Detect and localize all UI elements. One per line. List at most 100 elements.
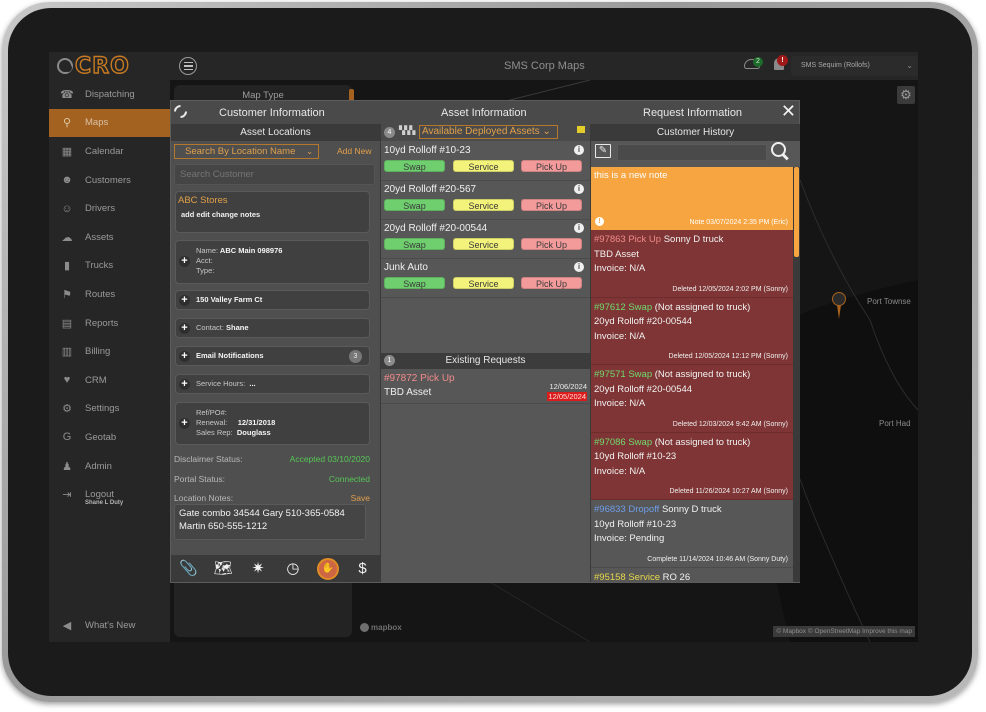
type-label: Type: [196, 266, 215, 275]
swap-button[interactable]: Swap [384, 160, 445, 172]
history-entry[interactable]: #97612 Swap (Not assigned to truck) 20yd… [591, 297, 793, 365]
history-search-input[interactable] [617, 144, 767, 161]
service-button[interactable]: Service [453, 199, 514, 211]
attachment-icon[interactable]: 📎 [177, 558, 199, 580]
sidebar-item-customers[interactable]: ☻ Customers [49, 166, 170, 195]
address-card[interactable]: + 150 Valley Farm Ct [175, 290, 370, 310]
sidebar-item-crm[interactable]: ♥ CRM [49, 366, 170, 395]
location-details: Name: ABC Main 098976 Acct: Type: [196, 246, 282, 276]
sidebar-item-assets[interactable]: ☁ Assets [49, 223, 170, 252]
info-icon[interactable]: i [574, 262, 584, 272]
sidebar-item-maps[interactable]: ⚲ Maps [49, 108, 170, 138]
pickup-button[interactable]: Pick Up [521, 277, 582, 289]
expand-plus-icon[interactable]: + [179, 256, 190, 267]
sidebar-item-calendar[interactable]: ▦ Calendar [49, 137, 170, 166]
sidebar-item-billing[interactable]: ▥ Billing [49, 337, 170, 366]
service-hours-card[interactable]: + Service Hours: ... [175, 374, 370, 394]
service-button[interactable]: Service [453, 160, 514, 172]
swap-button[interactable]: Swap [384, 199, 445, 211]
expand-plus-icon[interactable]: + [179, 351, 190, 362]
contract-card[interactable]: + Ref/PO#: Renewal: 12/31/2018 Sales Rep… [175, 402, 370, 445]
sidebar-item-geotab[interactable]: G Geotab [49, 423, 170, 452]
request-asset: TBD Asset [384, 387, 432, 398]
refresh-icon[interactable] [171, 102, 190, 121]
request-id: #97872 Pick Up [384, 373, 455, 384]
email-notifications-card[interactable]: + Email Notifications 3 [175, 346, 370, 366]
expand-plus-icon[interactable]: + [179, 418, 190, 429]
map-settings-gear-icon[interactable]: ⚙ [897, 86, 915, 104]
history-request-id[interactable]: #96833 Dropoff [594, 504, 659, 515]
history-request-id[interactable]: #97863 Pick Up [594, 234, 661, 245]
stop-service-icon[interactable]: ✋ [316, 557, 339, 580]
contact-card[interactable]: + Contact: Shane [175, 318, 370, 338]
dollar-icon[interactable]: $ [352, 558, 374, 580]
scrollbar-thumb[interactable] [794, 167, 799, 257]
history-column: Customer History ✎ this is a new note ! … [590, 124, 800, 582]
map-location-pin[interactable] [832, 292, 846, 319]
company-select[interactable]: SMS Sequim (Rollofs) ⌄ [791, 56, 918, 76]
history-scrollbar[interactable] [793, 167, 800, 582]
flag-icon[interactable] [577, 126, 585, 133]
history-meta: Deleted 12/05/2024 12:12 PM (Sonny) [668, 353, 788, 360]
map-icon: ⚲ [62, 117, 72, 130]
pickup-button[interactable]: Pick Up [521, 238, 582, 250]
info-icon[interactable]: i [574, 145, 584, 155]
history-entry[interactable]: #96833 Dropoff Sonny D truck 10yd Rollof… [591, 500, 793, 568]
asset-grid-icon[interactable]: ▚▚▚ [399, 126, 416, 135]
service-button[interactable]: Service [453, 238, 514, 250]
search-mode-select[interactable]: Search By Location Name ⌄ [174, 144, 319, 159]
sidebar-item-reports[interactable]: ▤ Reports [49, 309, 170, 338]
history-entry[interactable]: #97863 Pick Up Sonny D truck TBD Asset I… [591, 230, 793, 298]
logo-mark-icon [57, 58, 73, 74]
history-entry[interactable]: #95158 Service RO 26 [591, 567, 793, 583]
history-request-id[interactable]: #97612 Swap [594, 302, 652, 313]
map-route-icon[interactable]: 🗺 [212, 558, 234, 580]
info-icon[interactable]: i [574, 223, 584, 233]
asset-info-heading: Asset Information [441, 107, 527, 119]
customer-notes: add edit change notes [181, 210, 261, 219]
history-entry[interactable]: #97571 Swap (Not assigned to truck) 20yd… [591, 365, 793, 433]
expand-plus-icon[interactable]: + [179, 295, 190, 306]
sidebar-item-label: Dispatching [85, 88, 135, 100]
expand-plus-icon[interactable]: + [179, 379, 190, 390]
pickup-button[interactable]: Pick Up [521, 199, 582, 211]
history-note[interactable]: this is a new note ! Note 03/07/2024 2:3… [591, 167, 793, 230]
address-text: 150 Valley Farm Ct [196, 295, 263, 304]
network-icon[interactable]: ✷ [247, 558, 269, 580]
expand-plus-icon[interactable]: + [179, 323, 190, 334]
sidebar-item-trucks[interactable]: ▮ Trucks [49, 252, 170, 281]
history-entry[interactable]: #97086 Swap (Not assigned to truck) 10yd… [591, 432, 793, 500]
sidebar-item-routes[interactable]: ⚑ Routes [49, 280, 170, 309]
swap-button[interactable]: Swap [384, 238, 445, 250]
whats-new-link[interactable]: ◀ What's New [49, 611, 170, 640]
history-request-id[interactable]: #97571 Swap [594, 369, 652, 380]
info-icon[interactable]: i [574, 184, 584, 194]
clock-icon[interactable]: ◷ [282, 558, 304, 580]
pickup-button[interactable]: Pick Up [521, 160, 582, 172]
swap-button[interactable]: Swap [384, 277, 445, 289]
sidebar-item-label: Trucks [85, 260, 114, 272]
asset-filter-select[interactable]: Available Deployed Assets ⌄ [419, 125, 558, 139]
map-attribution[interactable]: © Mapbox © OpenStreetMap Improve this ma… [773, 626, 915, 637]
customer-card[interactable]: ABC Stores add edit change notes [175, 191, 370, 233]
history-request-id[interactable]: #97086 Swap [594, 437, 652, 448]
add-new-link[interactable]: Add New [337, 146, 372, 156]
request-item[interactable]: #97872 Pick Up TBD Asset 12/06/2024 12/0… [381, 371, 590, 404]
hamburger-menu-button[interactable] [179, 57, 197, 75]
sidebar-item-admin[interactable]: ♟ Admin [49, 452, 170, 481]
close-icon[interactable]: ✕ [781, 101, 796, 122]
search-customer-input[interactable] [174, 164, 375, 185]
save-notes-button[interactable]: Save [351, 493, 370, 503]
history-assignment: (Not assigned to truck) [652, 436, 751, 448]
sales-rep-value: Douglass [236, 428, 271, 437]
location-card[interactable]: + Name: ABC Main 098976 Acct: Type: [175, 240, 370, 284]
sidebar-item-settings[interactable]: ⚙ Settings [49, 395, 170, 424]
sidebar-item-dispatching[interactable]: ☎ Dispatching [49, 80, 170, 109]
history-request-id[interactable]: #95158 Service [594, 572, 660, 583]
sidebar-item-drivers[interactable]: ☺ Drivers [49, 194, 170, 223]
renewal-value: 12/31/2018 [237, 418, 276, 427]
service-button[interactable]: Service [453, 277, 514, 289]
location-notes-textarea[interactable]: Gate combo 34544 Gary 510-365-0584 Marti… [174, 504, 366, 540]
search-icon[interactable] [771, 142, 787, 158]
add-note-icon[interactable]: ✎ [595, 144, 611, 158]
